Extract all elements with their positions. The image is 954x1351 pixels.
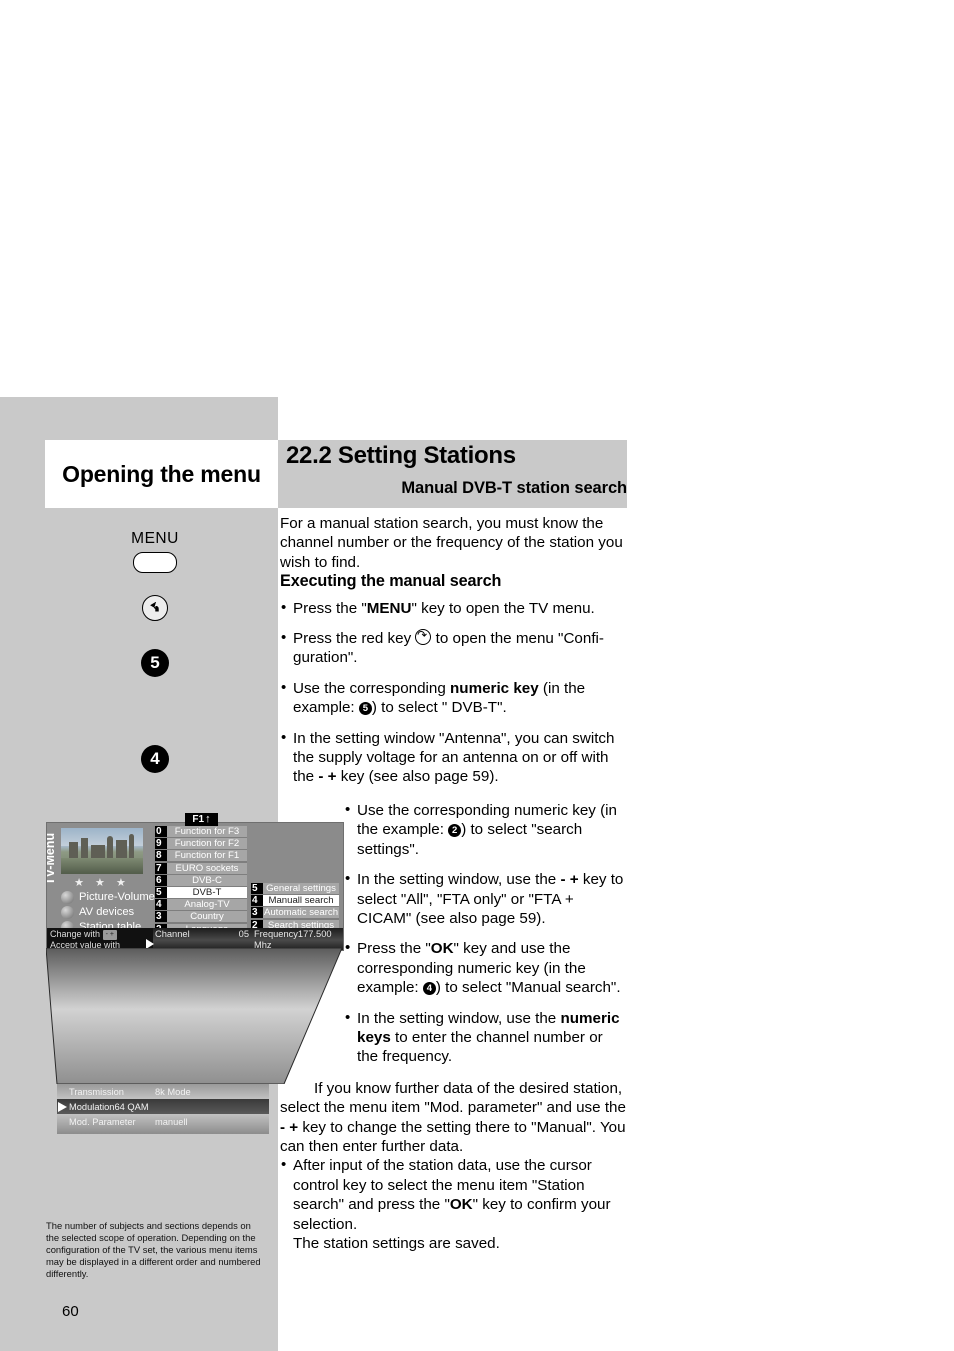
item-label: Country (190, 911, 224, 923)
item-number: 3 (155, 911, 167, 923)
tv-mid-item[interactable]: 9 Function for F2 (155, 838, 247, 850)
item-label: EURO sockets (175, 862, 239, 874)
status-value: 05 (238, 929, 249, 939)
final-instruction-list: After input of the station data, use the… (280, 1155, 628, 1253)
item-label: Analog-TV (184, 899, 230, 911)
tv-mid-item[interactable]: 0 Function for F3 (155, 826, 247, 837)
instruction-list: Press the "MENU" key to open the TV menu… (280, 598, 628, 787)
indented-instruction-list: Use the corresponding numeric key (in th… (344, 800, 628, 1067)
f1-tab-label: F1 (192, 814, 205, 825)
numeric-key-4[interactable]: 4 (141, 745, 169, 773)
item-number: 7 (155, 862, 167, 874)
tv-mid-item[interactable]: 4 Analog-TV (155, 899, 247, 911)
opening-the-menu-heading-box: Opening the menu (45, 440, 278, 508)
back-arrow-icon[interactable] (142, 595, 168, 621)
sphere-icon (61, 890, 74, 904)
item-label: DVB-C (192, 874, 222, 886)
detail-value: 8k Mode (155, 1086, 191, 1097)
minus-plus-icon: - + (102, 930, 117, 940)
section-subtitle: Manual DVB-T station search (401, 479, 627, 497)
numeric-key-5[interactable]: 5 (141, 649, 169, 677)
footnote-text: The number of subjects and sections depe… (46, 1220, 261, 1279)
tv-preview-thumbnail (61, 828, 143, 874)
selection-pointer-icon (58, 1102, 67, 1112)
item-number: 4 (155, 899, 167, 911)
item-number: 9 (155, 838, 167, 850)
sphere-icon (61, 905, 74, 919)
emphasis: numeric key (450, 679, 539, 697)
detail-key: Modulation (69, 1101, 115, 1112)
menu-key-button[interactable] (133, 552, 177, 573)
numeric-key-inline-icon: 5 (358, 702, 372, 716)
numeric-key-inline-icon: 2 (448, 824, 462, 838)
item-number: 4 (251, 895, 263, 907)
tv-left-item-1[interactable]: AV devices (61, 904, 134, 920)
instruction-item: Press the red key to open the menu "Conf… (280, 628, 628, 668)
emphasis: OK (430, 940, 454, 958)
mod-parameter-paragraph: If you know further data of the desired … (280, 1079, 626, 1155)
item-label: Function for F1 (174, 850, 240, 862)
detail-key: Mod. Parameter (69, 1116, 136, 1127)
emphasis: - + (280, 1118, 299, 1136)
page-title: Opening the menu (62, 460, 261, 487)
indented-instruction-item: Use the corresponding numeric key (in th… (344, 800, 628, 859)
instruction-item: Use the corresponding numeric key (in th… (280, 678, 628, 718)
emphasis: MENU (366, 599, 412, 617)
detail-value: manuell (155, 1116, 188, 1127)
indented-instruction-item: In the setting window, use the - + key t… (344, 869, 628, 928)
emphasis: numeric keys (357, 1009, 620, 1046)
tv-left-item-label: AV devices (79, 906, 135, 918)
detail-row[interactable]: Transmission 8k Mode (57, 1084, 269, 1099)
tv-menu-vertical-label: TV-Menu (46, 832, 57, 885)
back-arrow-icon (415, 629, 432, 646)
item-number: 6 (155, 874, 167, 886)
change-with-label: Change with (50, 929, 101, 939)
emphasis: OK (449, 1196, 473, 1214)
rating-stars: ★ ★ ★ (74, 877, 130, 889)
item-label: Function for F3 (174, 826, 240, 837)
emphasis: - + (318, 768, 337, 786)
tv-left-item-0[interactable]: Picture-Volume (61, 889, 155, 905)
detail-key: Transmission (69, 1086, 124, 1097)
indented-instruction-item: In the setting window, use the numeric k… (344, 1008, 628, 1067)
main-content-column: For a manual station search, you must kn… (280, 514, 628, 1264)
page-root: Opening the menu 22.2 Setting Stations M… (0, 0, 954, 1351)
status-key: Channel (155, 929, 190, 939)
item-label: DVB-T (192, 886, 222, 898)
indented-instruction-block: Use the corresponding numeric key (in th… (344, 800, 628, 1067)
detail-row[interactable]: Mod. Parameter manuell (57, 1114, 269, 1129)
item-number: 0 (155, 826, 167, 837)
mod-parameter-detail-box: Transmission 8k Mode Modulation 64 QAM M… (57, 1084, 269, 1134)
page-number: 60 (62, 1303, 79, 1320)
tv-mid-item[interactable]: 3 Country (155, 911, 247, 923)
final-instruction-item: After input of the station data, use the… (280, 1155, 628, 1253)
menu-key-label: MENU (131, 530, 179, 547)
tv-mid-item[interactable]: 6 DVB-C (155, 874, 247, 886)
tv-left-item-label: Picture-Volume (79, 891, 155, 903)
instruction-item: Press the "MENU" key to open the TV menu… (280, 598, 628, 618)
f1-tab-badge: F1 ↑ (185, 813, 218, 826)
content-subheading: Executing the manual search (280, 572, 502, 591)
indented-instruction-item: Press the "OK" key and use the correspon… (344, 938, 628, 997)
item-number: 5 (155, 886, 167, 898)
item-number: 5 (251, 883, 263, 894)
instruction-item: In the setting window "Antenna", you can… (280, 728, 628, 787)
item-number: 3 (251, 907, 263, 919)
tv-status-hint: Change with - + Accept value with OK (47, 928, 153, 950)
up-arrow-icon: ↑ (205, 813, 211, 825)
tv-mid-item-selected[interactable]: 5 DVB-T (155, 886, 247, 898)
tv-mid-item[interactable]: 7 EURO sockets (155, 862, 247, 874)
intro-paragraph: For a manual station search, you must kn… (280, 515, 623, 571)
emphasis: - + (560, 871, 579, 889)
item-label: Function for F2 (174, 838, 240, 850)
detail-row-selected[interactable]: Modulation 64 QAM (57, 1099, 269, 1114)
detail-value: 64 QAM (114, 1101, 149, 1112)
numeric-key-inline-icon: 4 (422, 982, 436, 996)
tv-mid-item[interactable]: 8 Function for F1 (155, 850, 247, 862)
section-number-title: 22.2 Setting Stations (286, 442, 516, 469)
item-number: 8 (155, 850, 167, 862)
